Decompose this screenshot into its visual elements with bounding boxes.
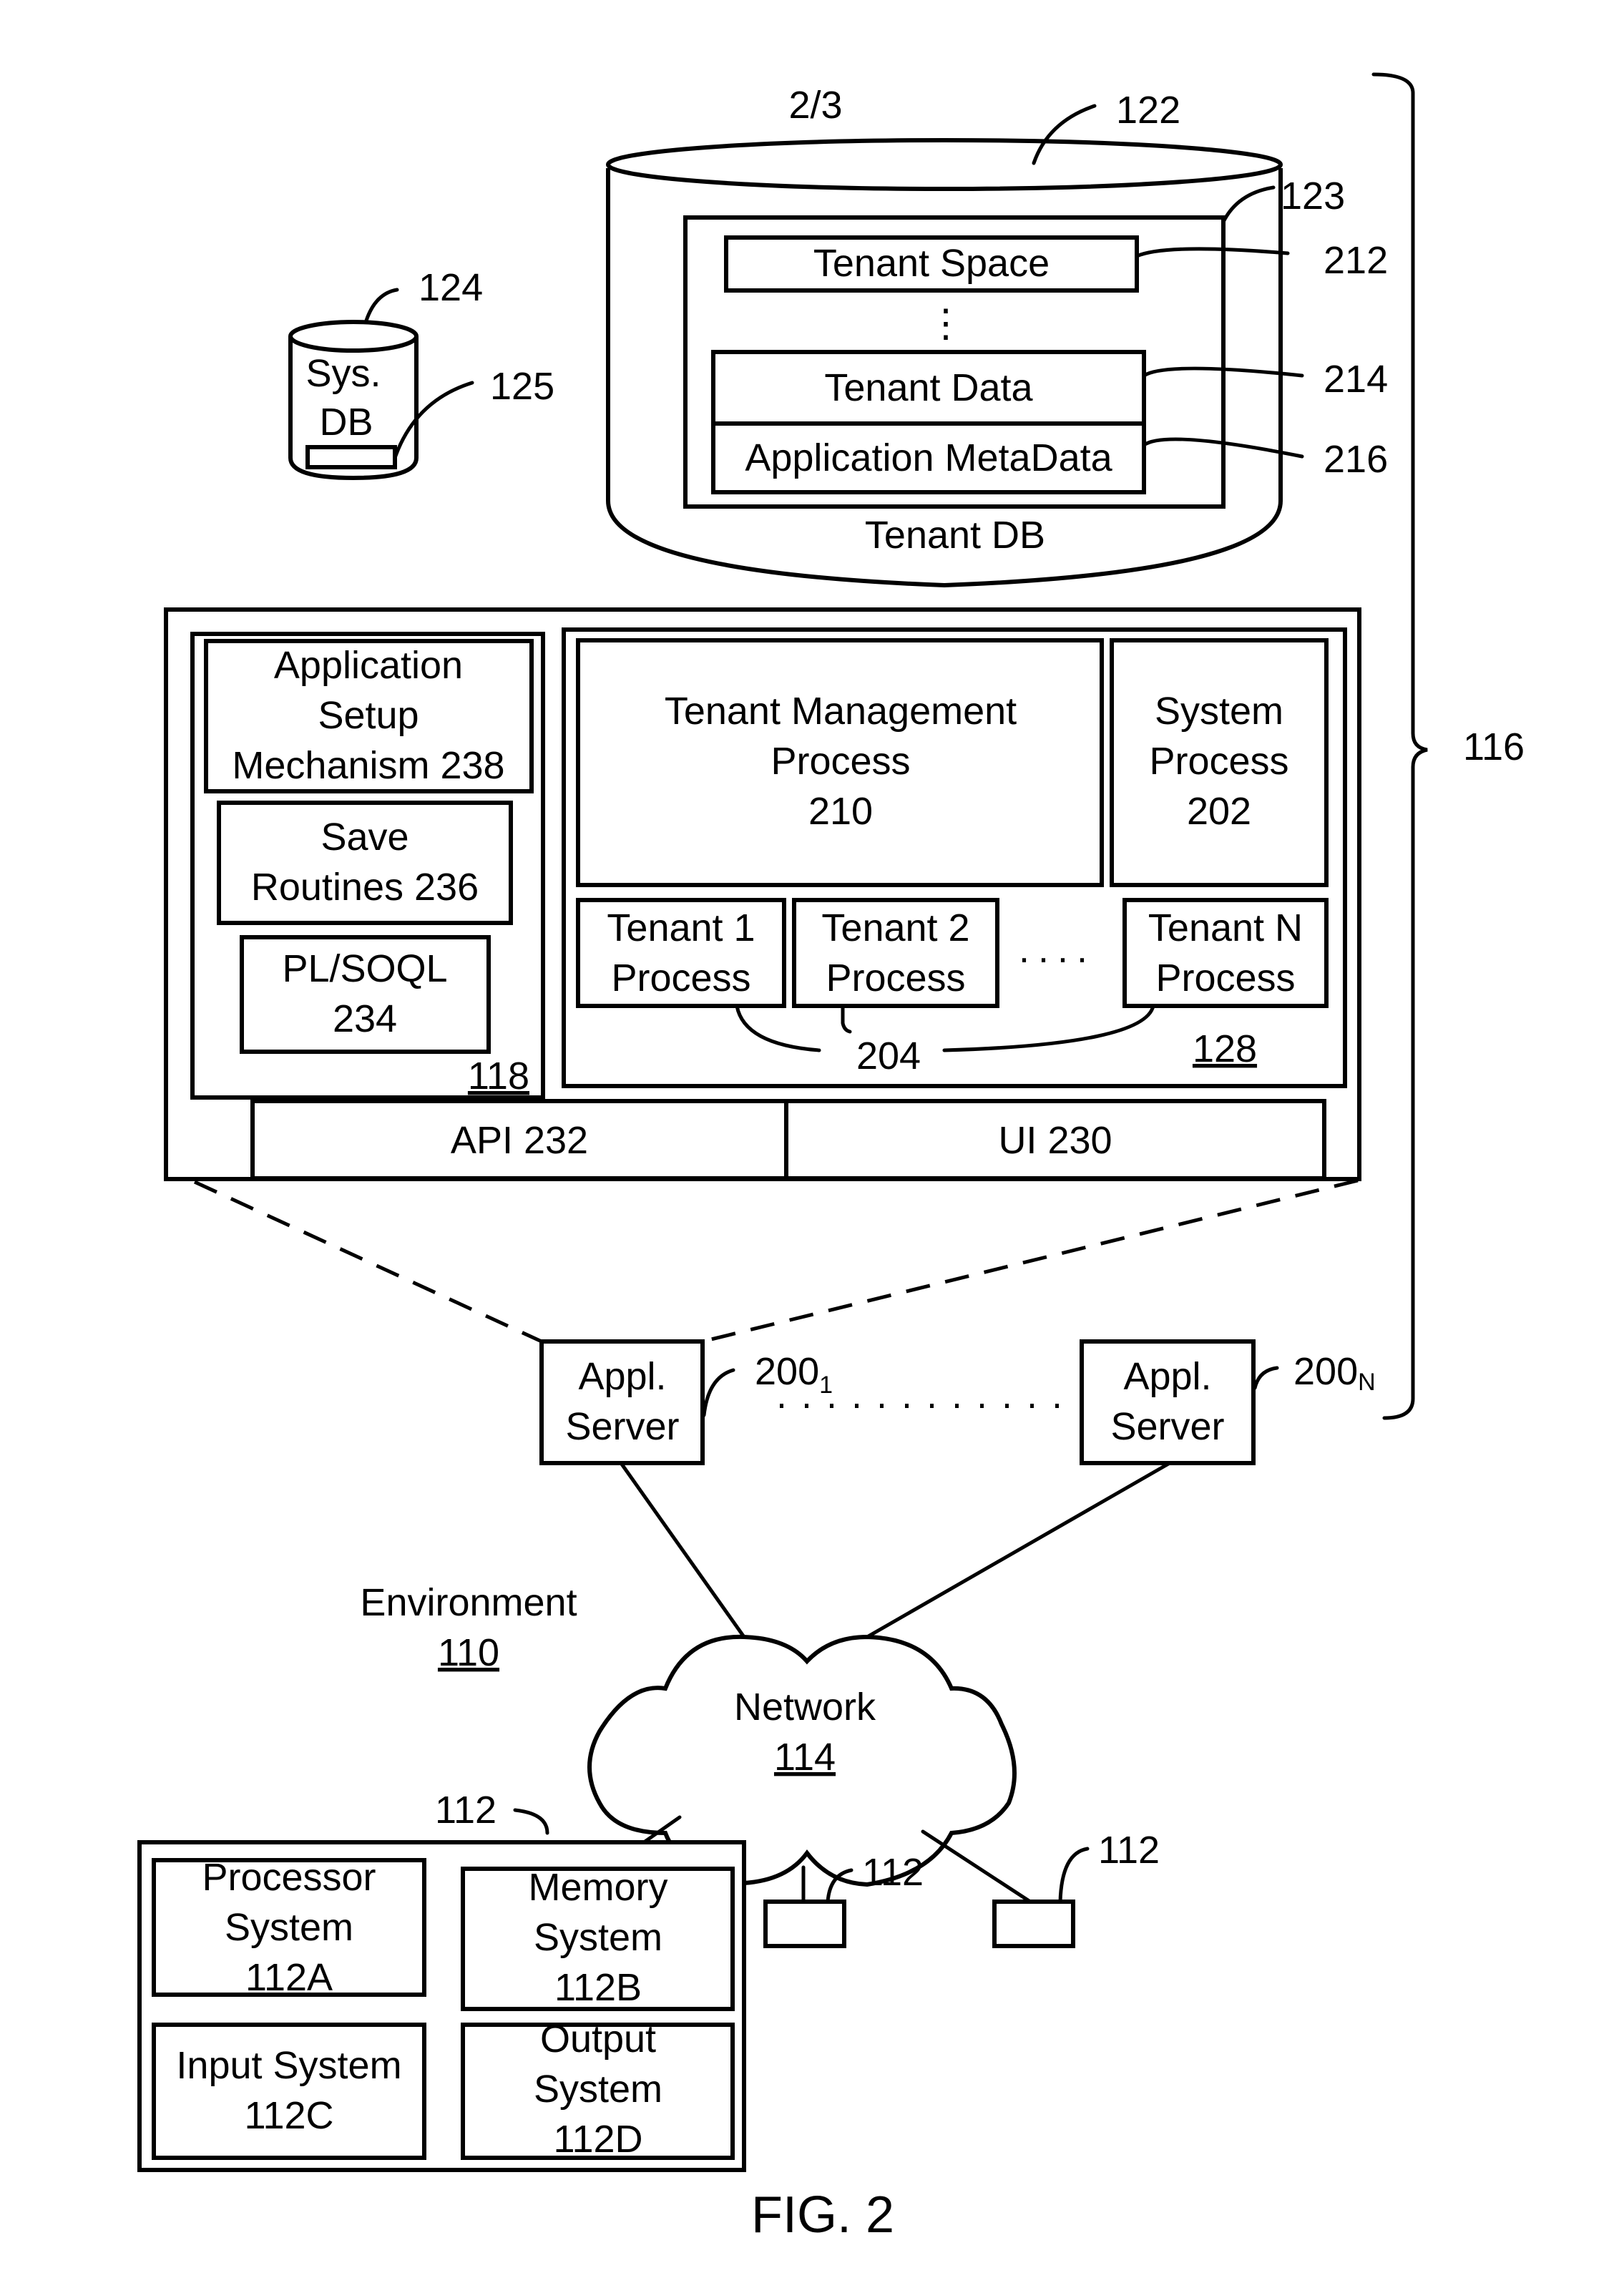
tenant-2-line1: Tenant 2 bbox=[821, 906, 969, 949]
system-process-line3: 202 bbox=[1187, 790, 1251, 833]
app-server-1[interactable]: Appl. Server 2001 bbox=[539, 1339, 833, 1465]
processor-line3: 112A bbox=[245, 1956, 333, 1999]
app-server-n[interactable]: Appl. Server 200N bbox=[1080, 1339, 1376, 1465]
ref-214: 214 bbox=[1324, 358, 1388, 401]
ref-123: 123 bbox=[1281, 175, 1345, 217]
leader-112-c bbox=[1058, 1847, 1090, 1904]
ref-112-b: 112 bbox=[862, 1851, 924, 1894]
ref-118: 118 bbox=[468, 1055, 529, 1097]
ref-200-n-main: 200 bbox=[1293, 1350, 1358, 1393]
sys-db-record-125 bbox=[305, 445, 397, 469]
ref-216: 216 bbox=[1324, 438, 1388, 481]
ui-230-label: UI 230 bbox=[998, 1119, 1112, 1162]
ref-200-1-sub: 1 bbox=[819, 1372, 833, 1399]
ref-200-1-main: 200 bbox=[755, 1350, 819, 1393]
sheet-number: 2/3 bbox=[788, 84, 842, 127]
ref-200-1: 2001 bbox=[755, 1350, 833, 1399]
leader-200-1 bbox=[702, 1368, 735, 1417]
app-server-1-line2: Server bbox=[565, 1405, 679, 1448]
tenant-2-line2: Process bbox=[826, 957, 965, 999]
memory-line2: System bbox=[534, 1916, 662, 1959]
architecture-diagram: 2/3 122 123 Tenant Space 212 ⋮ Tenant Da… bbox=[137, 72, 1525, 2244]
network-label: Network bbox=[734, 1686, 876, 1729]
ref-212: 212 bbox=[1324, 239, 1388, 282]
app-server-n-line1: Appl. bbox=[1123, 1355, 1211, 1398]
output-line2: System bbox=[534, 2068, 662, 2111]
app-server-1-line1: Appl. bbox=[578, 1355, 666, 1398]
ref-200-n-sub: N bbox=[1358, 1369, 1376, 1396]
environment-ref-110: 110 bbox=[438, 1631, 499, 1674]
user-system-2-box[interactable] bbox=[763, 1900, 846, 1948]
input-line1: Input System bbox=[176, 2044, 401, 2087]
tenant-db-label: Tenant DB bbox=[865, 514, 1045, 557]
processor-line2: System bbox=[225, 1906, 353, 1949]
tenant-n-line2: Process bbox=[1155, 957, 1295, 999]
tenant-space-label: Tenant Space bbox=[813, 242, 1050, 285]
tenant-db[interactable]: 122 123 Tenant Space 212 ⋮ Tenant Data 2… bbox=[606, 89, 1388, 588]
vertical-ellipsis: ⋮ bbox=[926, 302, 965, 345]
detail-dashed-line-right bbox=[702, 1178, 1359, 1344]
sys-db-label-line2: DB bbox=[319, 401, 373, 444]
environment-label: Environment bbox=[360, 1581, 577, 1624]
app-setup-line1: Application bbox=[274, 644, 463, 687]
processor-line1: Processor bbox=[202, 1856, 376, 1899]
tenant-mgmt-line2: Process bbox=[771, 740, 910, 783]
tenant-mgmt-line3: 210 bbox=[808, 790, 873, 833]
sys-db-cylinder-top bbox=[288, 320, 419, 353]
app-setup-line2: Setup bbox=[318, 694, 419, 737]
link-network-client-3 bbox=[921, 1829, 1032, 1904]
tenant-db-cylinder-top bbox=[606, 138, 1283, 191]
plsoql-line1: PL/SOQL bbox=[282, 947, 447, 990]
ref-112-a: 112 bbox=[435, 1789, 497, 1832]
system-db[interactable]: Sys. DB 124 125 bbox=[288, 266, 554, 481]
leader-200-n bbox=[1253, 1366, 1279, 1390]
output-line1: Output bbox=[540, 2018, 656, 2060]
application-platform-118[interactable]: Application Setup Mechanism 238 Save Rou… bbox=[190, 632, 545, 1100]
app-setup-line3: Mechanism 238 bbox=[232, 744, 504, 787]
user-system-3-box[interactable] bbox=[992, 1900, 1075, 1948]
ref-128: 128 bbox=[1193, 1027, 1257, 1070]
memory-line3: 112B bbox=[554, 1966, 642, 2009]
ref-124: 124 bbox=[419, 266, 483, 309]
user-system-3[interactable]: 112 bbox=[992, 1829, 1160, 1948]
tenant-data-label: Tenant Data bbox=[824, 366, 1033, 409]
detail-dashed-line-left bbox=[193, 1180, 543, 1344]
tenant-process-ellipsis: .... bbox=[1019, 928, 1096, 971]
user-system-112[interactable]: 112 Processor System 112A Memory System … bbox=[137, 1789, 746, 2172]
app-metadata-label: Application MetaData bbox=[745, 436, 1112, 479]
save-routines-line1: Save bbox=[321, 816, 409, 859]
memory-line1: Memory bbox=[528, 1866, 667, 1909]
leader-124 bbox=[364, 288, 399, 323]
network-ref-114: 114 bbox=[774, 1736, 836, 1779]
figure-caption: FIG. 2 bbox=[751, 2186, 894, 2244]
ref-122: 122 bbox=[1116, 89, 1180, 132]
sys-db-label-line1: Sys. bbox=[305, 352, 381, 395]
ref-112-c: 112 bbox=[1098, 1829, 1160, 1872]
api-232-label: API 232 bbox=[451, 1119, 588, 1162]
tenant-n-line1: Tenant N bbox=[1148, 906, 1303, 949]
ref-204: 204 bbox=[856, 1035, 921, 1077]
save-routines-line2: Routines 236 bbox=[251, 866, 479, 909]
tenant-mgmt-line1: Tenant Management bbox=[665, 690, 1017, 733]
app-server-n-line2: Server bbox=[1110, 1405, 1224, 1448]
tenant-1-line2: Process bbox=[611, 957, 750, 999]
plsoql-line2: 234 bbox=[333, 997, 397, 1040]
output-line3: 112D bbox=[553, 2118, 642, 2161]
system-process-line1: System bbox=[1155, 690, 1283, 733]
system-process-line2: Process bbox=[1149, 740, 1288, 783]
tenant-1-line1: Tenant 1 bbox=[607, 906, 755, 949]
process-space-128[interactable]: Tenant Management Process 210 System Pro… bbox=[562, 627, 1347, 1088]
ref-116: 116 bbox=[1463, 725, 1525, 768]
leader-112-a bbox=[513, 1808, 549, 1835]
input-line2: 112C bbox=[244, 2094, 333, 2137]
link-server-1-network bbox=[619, 1461, 746, 1639]
ref-125: 125 bbox=[490, 365, 554, 408]
link-server-n-network bbox=[865, 1461, 1172, 1639]
ref-200-n: 200N bbox=[1293, 1350, 1376, 1396]
